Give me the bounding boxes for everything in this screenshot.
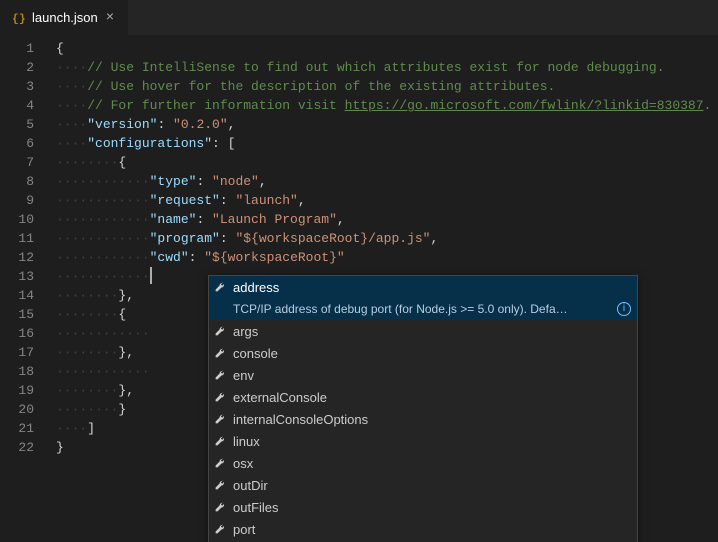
suggest-item-address[interactable]: address (209, 276, 637, 298)
suggest-item-outDir[interactable]: outDir (209, 474, 637, 496)
line-number: 10 (0, 210, 52, 229)
text-cursor (150, 267, 152, 284)
comment: // Use hover for the description of the … (87, 79, 555, 94)
intellisense-suggest-widget[interactable]: address TCP/IP address of debug port (for… (208, 275, 638, 542)
line-number: 12 (0, 248, 52, 267)
line-number: 20 (0, 400, 52, 419)
suggest-label: outFiles (233, 500, 633, 515)
line-number: 22 (0, 438, 52, 457)
suggest-item-env[interactable]: env (209, 364, 637, 386)
line-number: 18 (0, 362, 52, 381)
suggest-item-linux[interactable]: linux (209, 430, 637, 452)
suggest-label: externalConsole (233, 390, 633, 405)
line-number: 8 (0, 172, 52, 191)
tab-bar: {} launch.json × (0, 0, 718, 35)
line-number: 14 (0, 286, 52, 305)
suggest-label: internalConsoleOptions (233, 412, 633, 427)
suggest-label: console (233, 346, 633, 361)
suggest-label: osx (233, 456, 633, 471)
comment: // Use IntelliSense to find out which at… (87, 60, 664, 75)
line-number: 6 (0, 134, 52, 153)
doc-link[interactable]: https://go.microsoft.com/fwlink/?linkid=… (345, 98, 704, 113)
suggest-label: address (233, 280, 633, 295)
suggest-item-port[interactable]: port (209, 518, 637, 540)
tab-launch-json[interactable]: {} launch.json × (0, 0, 129, 35)
suggest-detail: TCP/IP address of debug port (for Node.j… (209, 298, 637, 320)
svg-text:{}: {} (12, 13, 26, 25)
suggest-item-console[interactable]: console (209, 342, 637, 364)
code-area[interactable]: { ····// Use IntelliSense to find out wh… (52, 35, 718, 542)
line-number: 3 (0, 77, 52, 96)
comment: // For further information visit https:/… (87, 98, 711, 113)
tab-title: launch.json (32, 10, 98, 25)
info-icon[interactable]: i (617, 302, 631, 316)
line-number: 15 (0, 305, 52, 324)
line-number: 9 (0, 191, 52, 210)
line-number: 16 (0, 324, 52, 343)
editor[interactable]: 12345678910111213141516171819202122 { ··… (0, 35, 718, 542)
suggest-item-externalConsole[interactable]: externalConsole (209, 386, 637, 408)
line-number: 7 (0, 153, 52, 172)
braces-icon: {} (12, 11, 26, 25)
suggest-label: linux (233, 434, 633, 449)
line-number: 4 (0, 96, 52, 115)
line-number: 21 (0, 419, 52, 438)
line-number-gutter: 12345678910111213141516171819202122 (0, 35, 52, 542)
suggest-item-outFiles[interactable]: outFiles (209, 496, 637, 518)
suggest-label: port (233, 522, 633, 537)
close-icon[interactable]: × (104, 9, 116, 27)
line-number: 2 (0, 58, 52, 77)
line-number: 5 (0, 115, 52, 134)
suggest-label: args (233, 324, 633, 339)
line-number: 11 (0, 229, 52, 248)
suggest-item-args[interactable]: args (209, 320, 637, 342)
suggest-label: outDir (233, 478, 633, 493)
line-number: 19 (0, 381, 52, 400)
suggest-label: env (233, 368, 633, 383)
line-number: 13 (0, 267, 52, 286)
line-number: 17 (0, 343, 52, 362)
line-number: 1 (0, 39, 52, 58)
suggest-item-osx[interactable]: osx (209, 452, 637, 474)
suggest-item-internalConsoleOptions[interactable]: internalConsoleOptions (209, 408, 637, 430)
